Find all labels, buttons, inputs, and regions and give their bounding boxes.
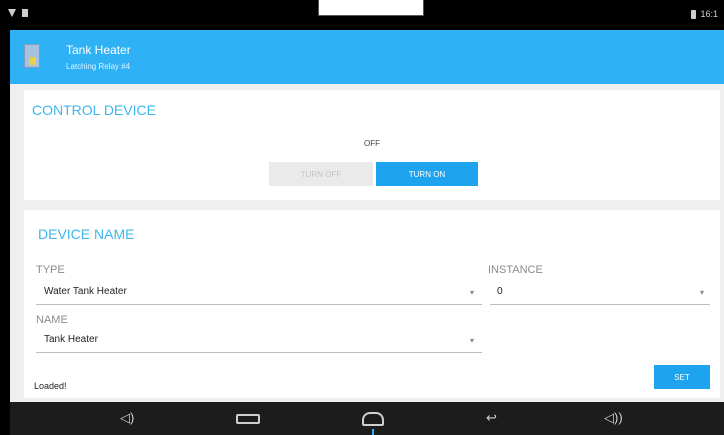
name-label: NAME [36,314,68,326]
set-button[interactable]: SET [654,365,710,389]
turn-off-button[interactable]: TURN OFF [269,162,373,186]
name-value: Tank Heater [44,334,98,345]
bolt-icon [29,57,36,65]
navigation-bar: ◁) ↩ ◁)) [10,402,724,435]
page-title: Tank Heater [66,43,131,57]
device-state: OFF [364,139,380,148]
status-right: 16:1 [691,9,718,19]
load-status: Loaded! [34,381,67,391]
device-name-heading: DEVICE NAME [38,226,135,242]
volume-down-icon[interactable]: ◁) [120,411,134,424]
status-time: 16:1 [700,9,718,19]
device-name-card: DEVICE NAME TYPE Water Tank Heater ▾ INS… [24,210,720,398]
type-value: Water Tank Heater [44,286,127,297]
status-left [8,9,28,17]
name-underline [36,352,482,353]
chevron-down-icon: ▾ [470,336,475,345]
instance-label: INSTANCE [488,264,543,276]
relay-device-icon [24,44,40,68]
volume-up-icon[interactable]: ◁)) [604,411,623,424]
type-underline [36,304,482,305]
turn-on-button[interactable]: TURN ON [376,162,478,186]
status-bar: 16:1 [0,0,724,30]
type-label: TYPE [36,264,65,276]
home-icon[interactable] [362,412,384,426]
page-subtitle: Latching Relay #4 [66,62,131,71]
home-indicator [372,429,374,435]
chevron-down-icon: ▾ [470,288,475,297]
back-icon[interactable]: ↩ [486,411,497,424]
app-header: Tank Heater Latching Relay #4 [10,30,724,84]
recent-apps-icon[interactable] [236,414,260,424]
instance-underline [490,304,710,305]
wifi-icon [8,9,16,17]
instance-value: 0 [497,286,503,297]
status-tab [318,0,424,16]
control-device-card: CONTROL DEVICE OFF TURN OFF TURN ON [24,90,720,200]
control-device-heading: CONTROL DEVICE [32,102,156,118]
chevron-down-icon: ▾ [700,288,705,297]
notification-icon [22,9,28,17]
content-area: CONTROL DEVICE OFF TURN OFF TURN ON DEVI… [10,84,724,402]
battery-icon [691,9,697,19]
